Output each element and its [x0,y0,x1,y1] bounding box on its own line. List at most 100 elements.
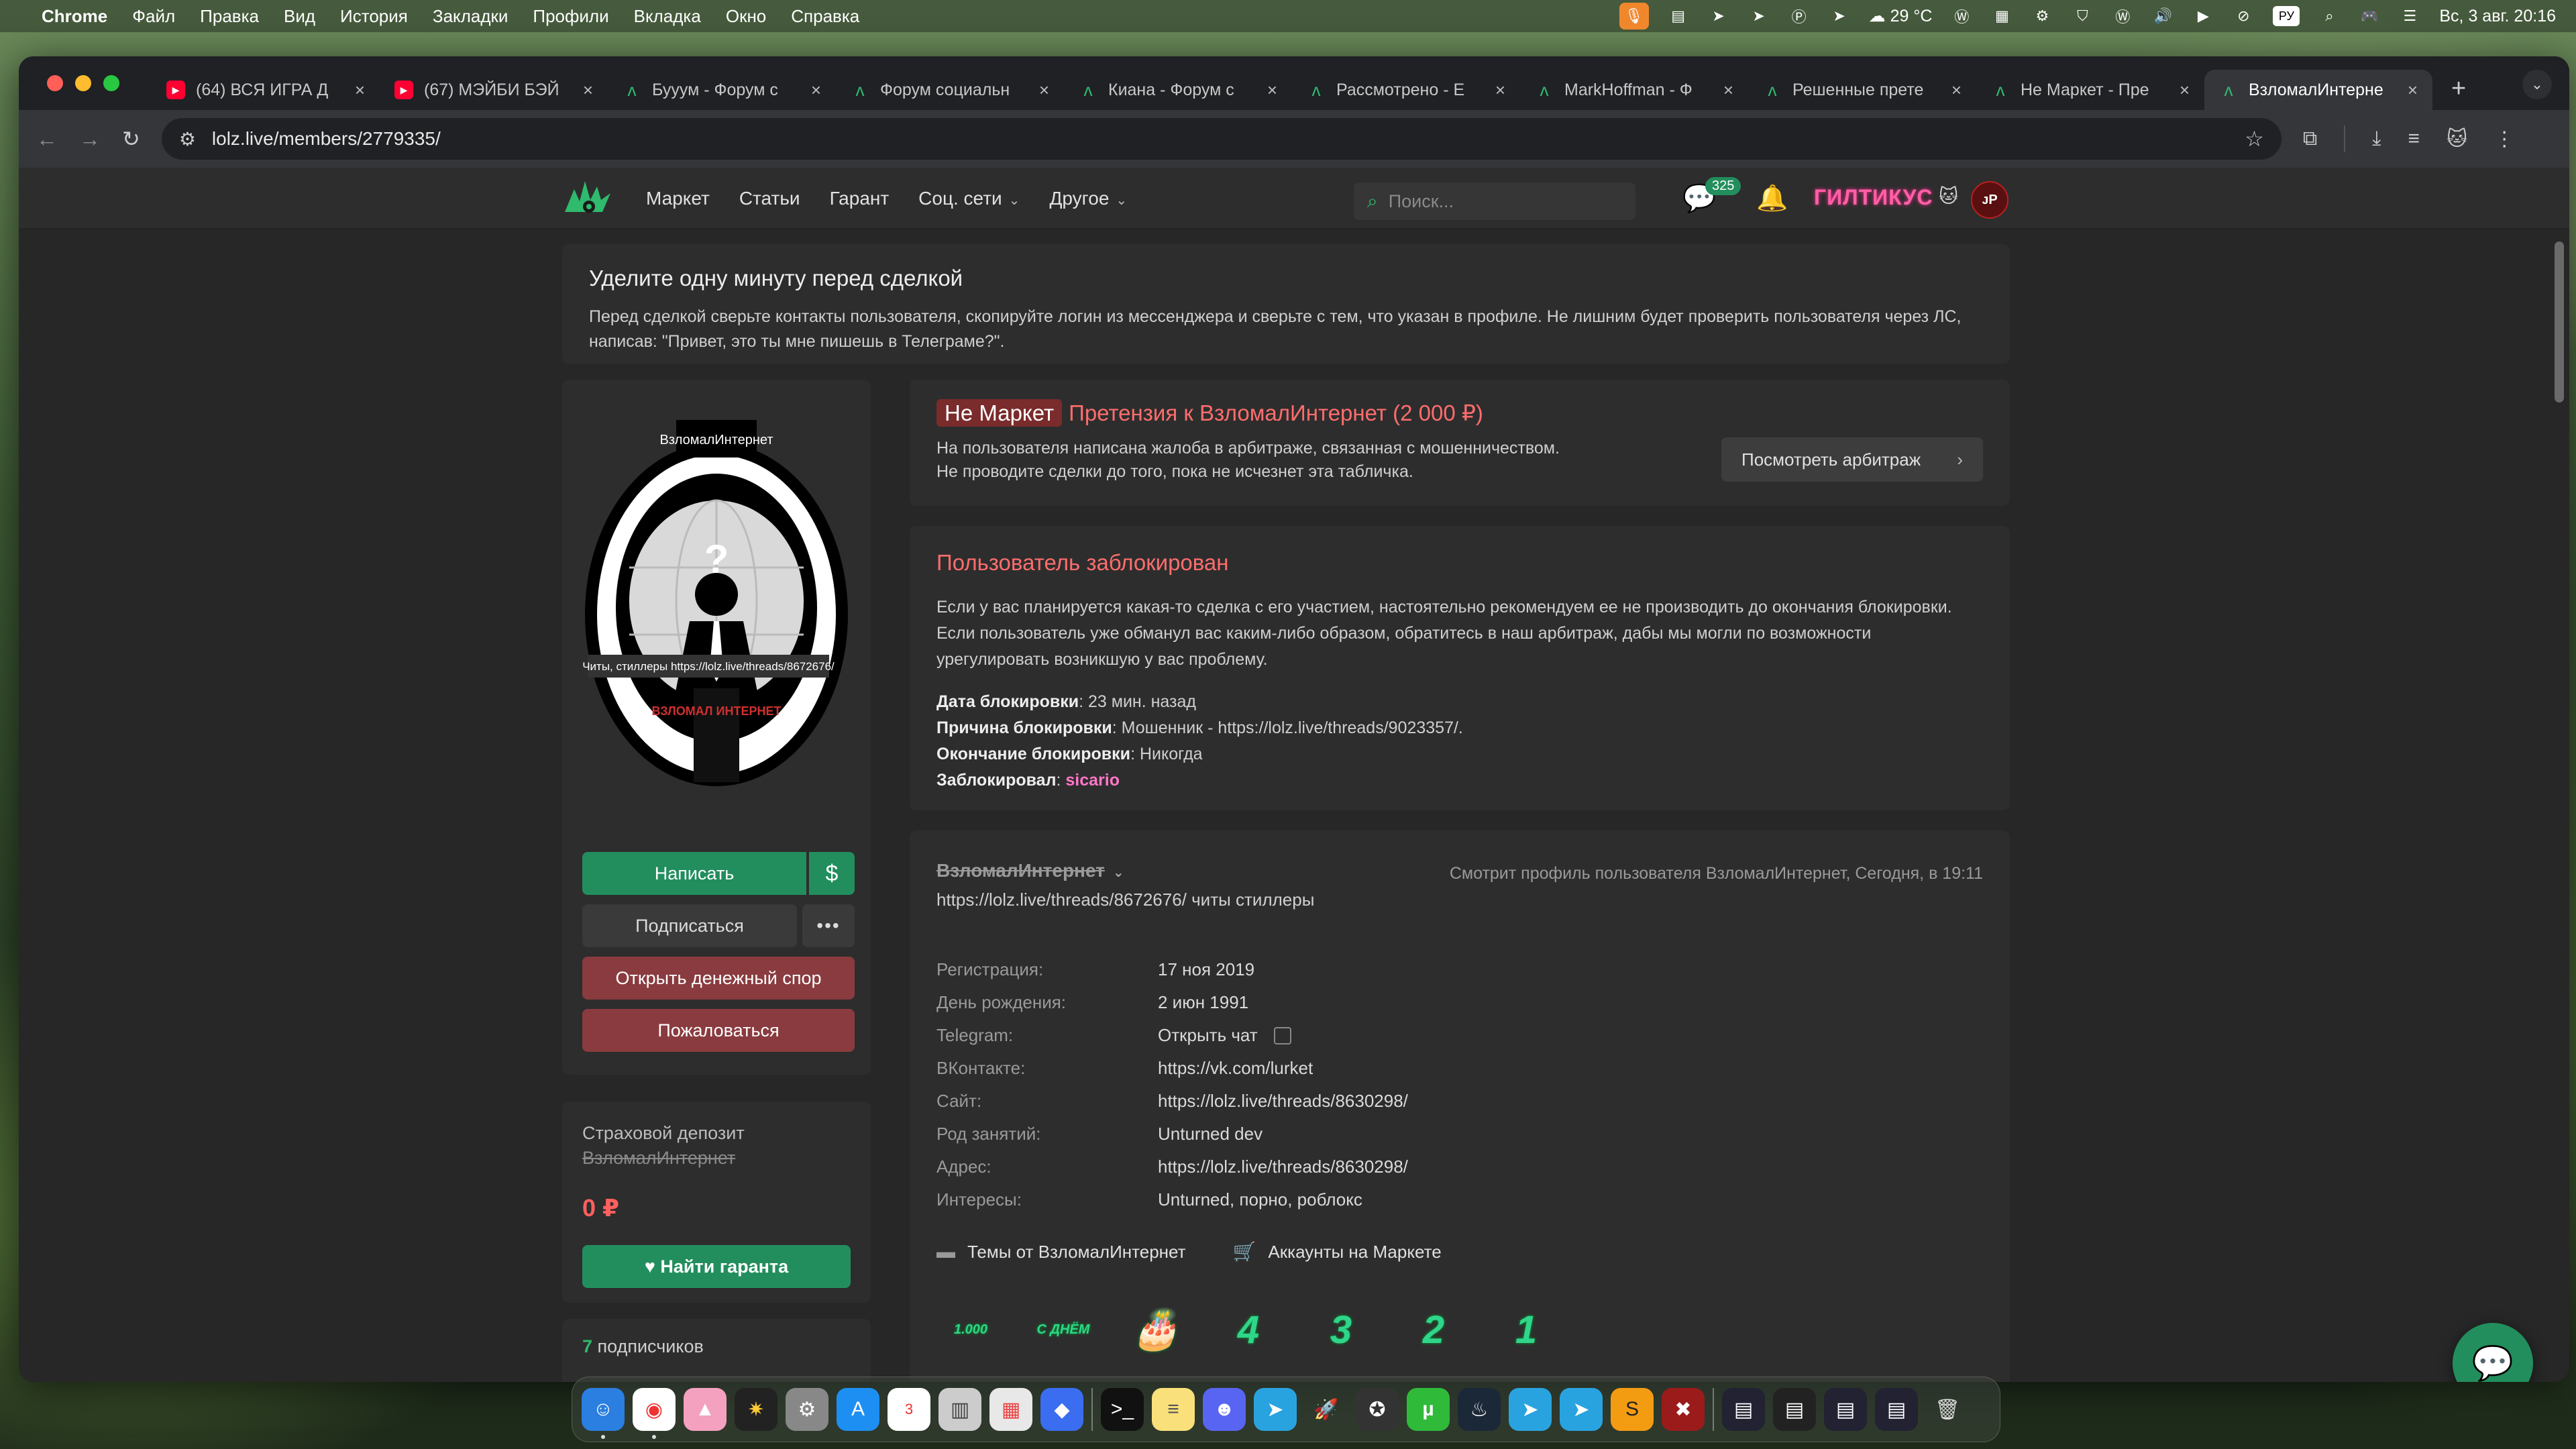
rocket-icon[interactable]: 🚀 [1305,1388,1348,1431]
close-window-button[interactable] [47,75,63,91]
telegram-alt-icon[interactable]: ➤ [1748,6,1770,26]
telegram-icon[interactable]: ➤ [1708,6,1729,26]
browser-tab[interactable]: ʌ Не Маркет - Пре × [1976,70,2204,110]
launchpad-icon[interactable]: ▦ [989,1388,1032,1431]
close-tab-icon[interactable]: × [2408,80,2418,101]
site-info-icon[interactable]: ⚙ [179,128,196,150]
trophy-badge[interactable]: 2 [1403,1296,1464,1363]
write-message-button[interactable]: Написать [582,852,806,895]
site-logo[interactable] [562,177,613,219]
find-guarantor-button[interactable]: ♥ Найти гаранта [582,1245,851,1288]
subscribers-card[interactable]: 7 подписчиков [562,1319,871,1382]
minimize-window-button[interactable] [75,75,91,91]
steam-icon[interactable]: ♨ [1458,1388,1501,1431]
info-value[interactable]: https://vk.com/lurket [1158,1058,1313,1079]
menu-help[interactable]: Справка [791,6,859,27]
more-options-button[interactable]: ••• [802,904,855,947]
menubar-datetime[interactable]: Вс, 3 авг. 20:16 [2439,7,2556,26]
spotlight-search-icon[interactable]: ⌕ [2318,6,2340,26]
browser-tab[interactable]: ʌ ВзломалИнтерне × [2204,70,2432,110]
nav-articles[interactable]: Статьи [739,188,800,209]
site-search-input[interactable]: ⌕ Поиск... [1354,182,1635,220]
bookmark-star-icon[interactable]: ☆ [2245,126,2264,152]
nav-guarantor[interactable]: Гарант [830,188,890,209]
forward-arrow-icon[interactable]: → [79,127,101,152]
close-tab-icon[interactable]: × [1039,80,1049,101]
open-money-dispute-button[interactable]: Открыть денежный спор [582,957,855,1000]
info-value[interactable]: https://lolz.live/threads/8630298/ [1158,1091,1408,1112]
menu-tab[interactable]: Вкладка [634,6,701,27]
send-icon[interactable]: ➤ [1829,6,1850,26]
view-arbitration-button[interactable]: Посмотреть арбитраж › [1721,437,1983,482]
info-value[interactable]: Открыть чат [1158,1025,1291,1046]
close-tab-icon[interactable]: × [2180,80,2190,101]
notes-icon[interactable]: ≡ [1152,1388,1195,1431]
send-money-button[interactable]: $ [809,852,855,895]
nav-social[interactable]: Соц. сети ⌄ [918,188,1020,209]
copy-icon[interactable] [1273,1026,1291,1044]
browser-tab[interactable]: ʌ Решенные прете × [1748,70,1976,110]
tab-search-chevron-icon[interactable]: ⌄ [2522,70,2552,99]
close-tab-icon[interactable]: × [1267,80,1277,101]
user-threads-link[interactable]: ▬ Темы от ВзломалИнтернет [936,1241,1186,1263]
menu-profiles[interactable]: Профили [533,6,608,27]
minimized-window-1[interactable]: ▤ [1722,1388,1765,1431]
sublime-text-icon[interactable]: S [1611,1388,1654,1431]
telegram-dock-icon-3[interactable]: ➤ [1560,1388,1603,1431]
system-settings-icon[interactable]: ⚙ [786,1388,828,1431]
menu-file[interactable]: Файл [132,6,175,27]
close-tab-icon[interactable]: × [583,80,593,101]
close-tab-icon[interactable]: × [811,80,821,101]
minimized-window-4[interactable]: ▤ [1875,1388,1918,1431]
user-avatar-image[interactable]: ? ВзломалИнтернет Читы, стиллеры https:/… [582,400,851,789]
trophy-badge[interactable]: 4 [1218,1296,1279,1363]
telegram-dock-icon-2[interactable]: ➤ [1509,1388,1552,1431]
vpn-icon[interactable]: ⚙ [2031,6,2053,26]
info-value[interactable]: https://lolz.live/threads/8630298/ [1158,1157,1408,1177]
sparkle-app-icon[interactable]: ✷ [735,1388,777,1431]
browser-tab[interactable]: ʌ Форум социальн × [836,70,1064,110]
chrome-icon[interactable]: ◉ [633,1388,676,1439]
menu-edit[interactable]: Правка [200,6,259,27]
calendar-icon[interactable]: 3 [888,1388,930,1431]
app-status-icon[interactable]: ▦ [1991,6,2012,26]
close-tab-icon[interactable]: × [1723,80,1733,101]
notes-app-icon[interactable]: ▥ [938,1388,981,1431]
wifi-off-icon[interactable]: ⊘ [2233,6,2254,26]
control-center-icon[interactable]: ☰ [2399,6,2420,26]
terminal-icon[interactable]: >_ [1101,1388,1144,1431]
browser-tab[interactable]: ʌ Рассмотрено - Е × [1292,70,1520,110]
menu-view[interactable]: Вид [284,6,315,27]
utorrent-icon[interactable]: µ [1407,1388,1450,1431]
chat-widget-button[interactable]: 💬 [2453,1323,2533,1382]
wp-icon[interactable]: Ⓦ [2112,6,2133,26]
address-bar[interactable]: ⚙ lolz.live/members/2779335/ ☆ [161,118,2282,160]
trophy-badge[interactable]: 3 [1311,1296,1371,1363]
compass-app-icon[interactable]: ✪ [1356,1388,1399,1431]
dota-icon[interactable]: ✖ [1662,1388,1705,1431]
nav-other[interactable]: Другое ⌄ [1049,188,1127,209]
trophy-badge[interactable]: 🎂 [1126,1296,1186,1363]
reload-icon[interactable]: ↻ [122,126,140,152]
minimized-window-2[interactable]: ▤ [1773,1388,1816,1431]
weather-widget[interactable]: ☁ 29 °C [1869,6,1933,26]
current-user-avatar[interactable]: ᴊP [1971,181,2008,219]
browser-tab[interactable]: ʌ Киана - Форум с × [1064,70,1292,110]
current-user-nick[interactable]: ГИЛТИКУС [1814,185,1933,210]
browser-tab[interactable]: ▶ (64) ВСЯ ИГРА Д × [152,70,380,110]
new-tab-button[interactable]: + [2451,74,2466,103]
page-scrollbar[interactable] [2555,241,2564,402]
close-tab-icon[interactable]: × [1951,80,1962,101]
browser-tab[interactable]: ʌ MarkHoffman - Ф × [1520,70,1748,110]
minimized-window-3[interactable]: ▤ [1824,1388,1867,1431]
volume-icon[interactable]: 🔊 [2152,6,2174,26]
keyboard-layout-badge[interactable]: РУ [2273,6,2300,26]
trophy-badge[interactable]: С ДНЁМ [1033,1296,1093,1363]
wordpress-icon[interactable]: Ⓦ [1951,6,1972,26]
profile-extension-icon[interactable]: 🐱 [2447,127,2467,151]
p-app-icon[interactable]: Ⓟ [1788,6,1810,26]
close-tab-icon[interactable]: × [1495,80,1505,101]
browser-tab[interactable]: ʌ Бууум - Форум с × [608,70,836,110]
app-store-icon[interactable]: A [837,1388,879,1431]
play-icon[interactable]: ▶ [2192,6,2214,26]
